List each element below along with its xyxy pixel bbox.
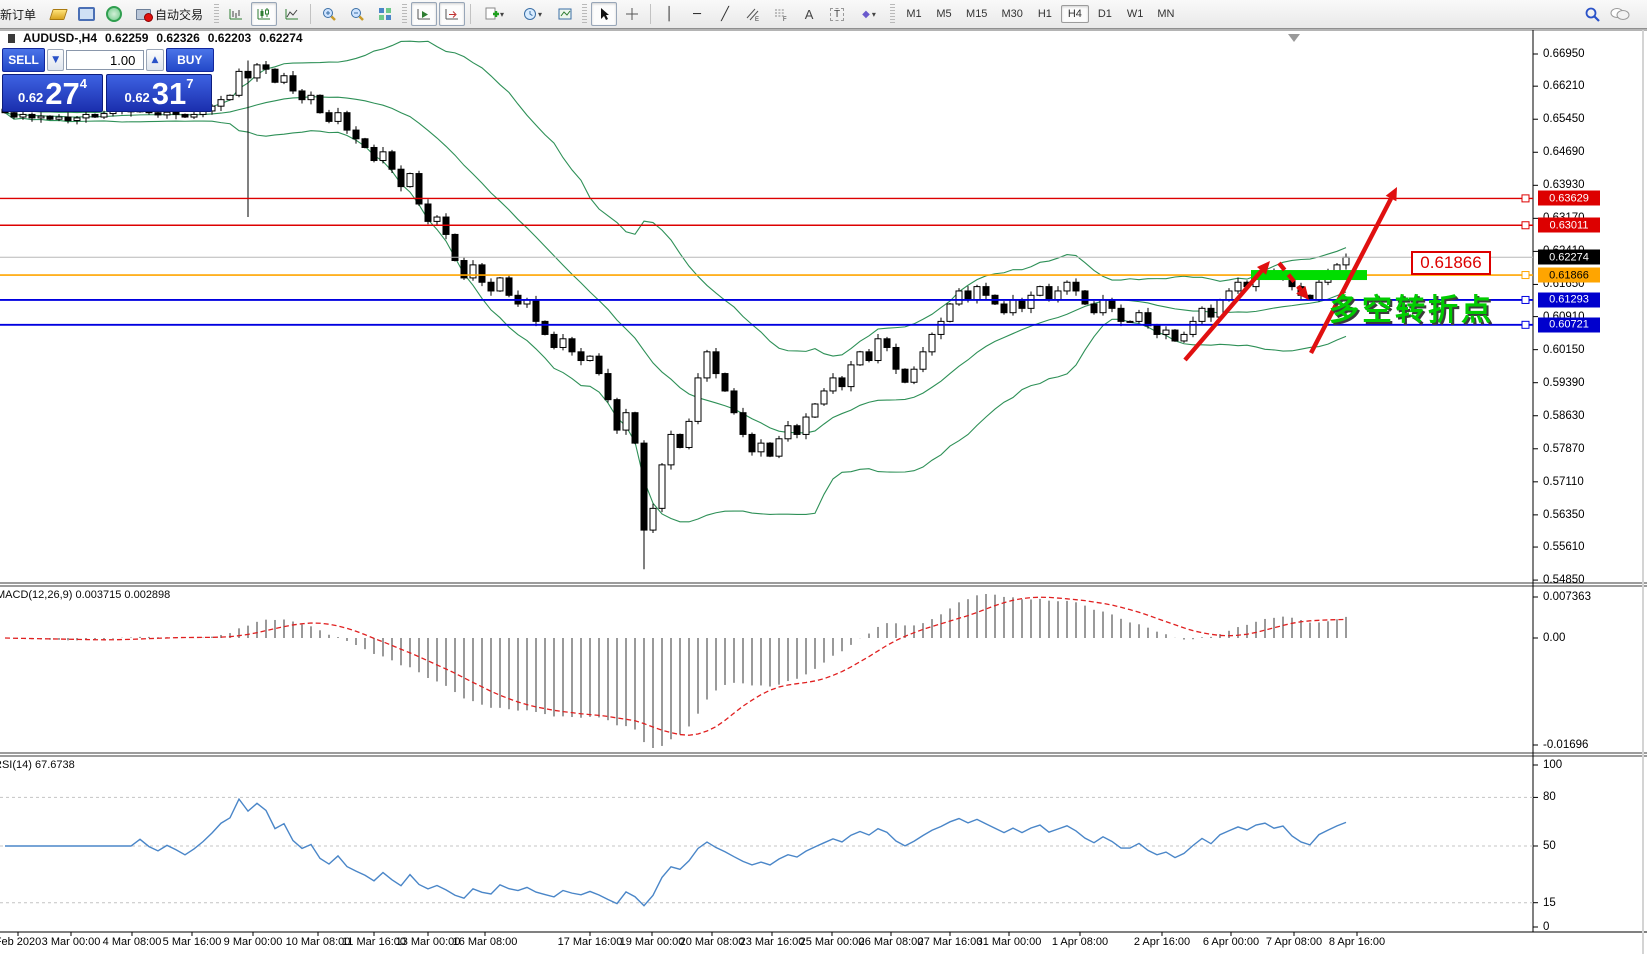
equidistant-channel-icon: E [745,6,761,22]
templates-icon [557,6,573,22]
network-globe-icon [106,6,122,22]
toolbar-drag-handle [582,4,587,24]
svg-text:F: F [783,17,787,22]
auto-trading-label: 自动交易 [155,6,203,23]
timeframe-m5-button[interactable]: M5 [930,5,958,23]
chart-shift-button[interactable] [439,2,465,26]
chart-shift-icon [444,6,460,22]
bar-chart-icon [228,6,244,22]
ohlc-close: 0.62274 [259,31,302,45]
zoom-out-button[interactable] [344,2,370,26]
network-button[interactable] [101,2,127,26]
ohlc-high: 0.62326 [156,31,199,45]
tile-windows-button[interactable] [372,2,398,26]
text-label-button[interactable]: T [824,2,850,26]
sell-price-display[interactable]: 0.62274 [2,74,103,112]
price-level-annotation-box: 0.61866 [1411,251,1491,275]
chart-symbol: AUDUSD-,H4 [23,31,97,45]
line-chart-button[interactable] [279,2,305,26]
cursor-icon [596,6,612,22]
volume-input[interactable] [66,50,144,70]
toolbar-drag-handle [214,4,219,24]
chart-canvas[interactable] [0,0,1647,954]
tile-windows-icon [377,6,393,22]
text-label-icon: T [830,8,844,21]
timeframe-d1-button[interactable]: D1 [1091,5,1119,23]
sell-price-big: 27 [45,79,79,109]
vertical-line-button[interactable]: │ [656,2,682,26]
fibonacci-button[interactable]: F [768,2,794,26]
bar-chart-button[interactable] [223,2,249,26]
shapes-icon: ◆ [862,9,870,20]
templates-button[interactable] [552,2,578,26]
buy-price-big: 31 [152,79,186,109]
new-order-label: 新订单 [0,6,36,23]
toolbar-drag-handle [890,4,895,24]
main-toolbar: 新订单 自动交易 ▾ ▾ [0,0,1647,29]
one-click-trading-panel: SELL ▼ ▲ BUY 0.62274 0.62317 [2,47,214,112]
new-chart-button[interactable]: ▾ [476,2,512,26]
new-chart-icon [484,6,500,22]
zoom-in-button[interactable] [316,2,342,26]
text-button[interactable]: A [796,2,822,26]
sell-price-sup: 4 [80,76,87,91]
profiles-clock-icon [522,6,538,22]
timeframe-group: M1M5M15M30H1H4D1W1MN [899,5,1181,23]
sell-price-prefix: 0.62 [18,90,43,105]
remote-terminal-icon [78,7,95,21]
crosshair-button[interactable] [619,2,645,26]
toolbar-drag-handle [402,4,407,24]
zoom-out-icon [349,6,365,22]
auto-trading-icon [136,9,151,20]
remote-terminal-button[interactable] [73,2,99,26]
ohlc-open: 0.62259 [105,31,148,45]
crosshair-icon [624,6,640,22]
buy-price-prefix: 0.62 [124,90,149,105]
auto-trading-button[interactable]: 自动交易 [129,3,210,26]
timeframe-h4-button[interactable]: H4 [1061,5,1089,23]
buy-price-display[interactable]: 0.62317 [106,74,212,112]
buy-price-sup: 7 [186,76,193,91]
horizontal-line-button[interactable]: ─ [684,2,710,26]
volume-decrease-button[interactable]: ▼ [47,49,64,71]
chart-title: AUDUSD-,H4 0.62259 0.62326 0.62203 0.622… [8,31,303,45]
timeframe-w1-button[interactable]: W1 [1121,5,1150,23]
shapes-button[interactable]: ◆ ▾ [852,2,886,26]
trendline-button[interactable]: ╱ [712,2,738,26]
volume-increase-button[interactable]: ▲ [146,49,163,71]
candlestick-chart-button[interactable] [251,2,277,26]
timeframe-m1-button[interactable]: M1 [900,5,928,23]
sell-button[interactable]: SELL [2,48,45,72]
gold-book-icon [49,9,68,20]
toolbar-separator [470,4,471,24]
search-icon[interactable] [1584,6,1601,23]
toolbar-separator [310,4,311,24]
profiles-button[interactable]: ▾ [514,2,550,26]
chart-window-icon [8,34,15,43]
buy-button[interactable]: BUY [166,48,214,72]
equidistant-channel-button[interactable]: E [740,2,766,26]
auto-scroll-icon [416,6,432,22]
ohlc-low: 0.62203 [208,31,251,45]
turning-point-label: 多空转折点 [1329,285,1494,329]
auto-scroll-button[interactable] [411,2,437,26]
chat-bubbles-icon[interactable] [1609,6,1631,22]
toolbar-separator [650,4,651,24]
cursor-button[interactable] [591,2,617,26]
svg-text:E: E [755,17,759,22]
candlestick-chart-icon [256,6,272,22]
fibonacci-icon: F [773,6,789,22]
timeframe-mn-button[interactable]: MN [1151,5,1180,23]
new-order-button[interactable]: 新订单 [0,3,43,26]
gold-book-button[interactable] [45,2,71,26]
timeframe-m15-button[interactable]: M15 [960,5,993,23]
zoom-in-icon [321,6,337,22]
timeframe-h1-button[interactable]: H1 [1031,5,1059,23]
timeframe-m30-button[interactable]: M30 [995,5,1028,23]
line-chart-icon [284,6,300,22]
